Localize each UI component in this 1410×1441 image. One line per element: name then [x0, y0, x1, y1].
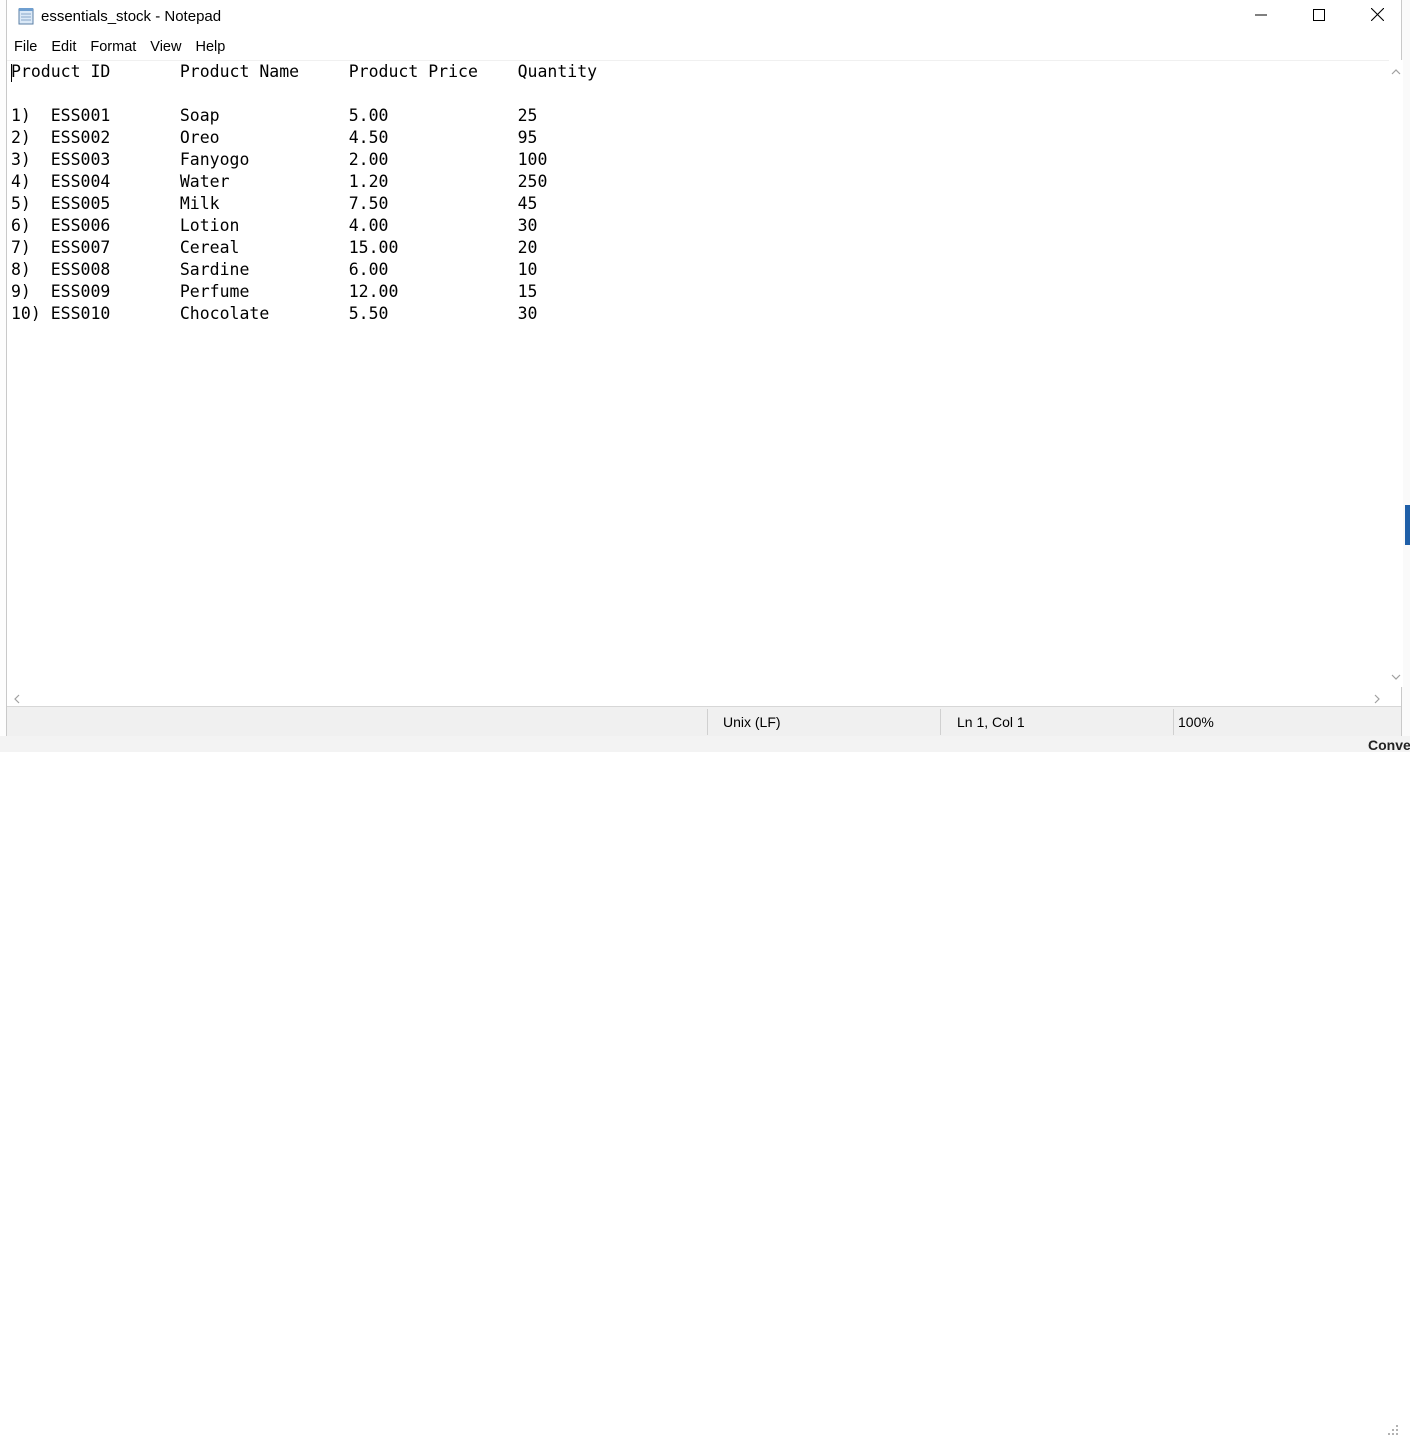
menu-format[interactable]: Format	[83, 35, 143, 59]
minimize-button[interactable]	[1232, 0, 1290, 33]
text-caret	[11, 64, 12, 82]
text-line: 6) ESS006 Lotion 4.00 30	[11, 216, 538, 235]
text-line: 10) ESS010 Chocolate 5.50 30	[11, 304, 538, 323]
menu-edit[interactable]: Edit	[44, 35, 83, 59]
title-bar[interactable]: essentials_stock - Notepad	[7, 0, 1401, 33]
menu-help[interactable]: Help	[188, 35, 232, 59]
editor-content: Product ID Product Name Product Price Qu…	[11, 61, 597, 325]
text-line: 9) ESS009 Perfume 12.00 15	[11, 282, 538, 301]
maximize-button[interactable]	[1290, 0, 1348, 33]
horizontal-scrollbar[interactable]	[7, 687, 1389, 705]
status-bar: Unix (LF) Ln 1, Col 1 100%	[7, 706, 1401, 1435]
status-cursor-position: Ln 1, Col 1	[957, 714, 1025, 730]
scroll-up-arrow-icon[interactable]	[1391, 64, 1401, 75]
text-line: 7) ESS007 Cereal 15.00 20	[11, 238, 538, 257]
notepad-icon	[18, 7, 34, 25]
status-line-ending: Unix (LF)	[723, 714, 781, 730]
background-window-bottom	[0, 736, 1410, 752]
close-icon	[1370, 7, 1384, 26]
notepad-window: essentials_stock - Notepad File Edit For…	[6, 0, 1403, 1435]
minimize-icon	[1255, 8, 1267, 26]
text-line: 5) ESS005 Milk 7.50 45	[11, 194, 538, 213]
text-line: 4) ESS004 Water 1.20 250	[11, 172, 548, 191]
window-title: essentials_stock - Notepad	[41, 8, 222, 25]
status-zoom: 100%	[1178, 714, 1214, 730]
vertical-scrollbar[interactable]	[1389, 60, 1403, 687]
text-line: 2) ESS002 Oreo 4.50 95	[11, 128, 538, 147]
status-separator	[707, 709, 708, 735]
scroll-down-arrow-icon[interactable]	[1391, 669, 1401, 680]
maximize-icon	[1313, 8, 1325, 26]
scroll-right-arrow-icon[interactable]	[1372, 691, 1382, 704]
scroll-left-arrow-icon[interactable]	[12, 691, 22, 704]
resize-grip-icon[interactable]	[1387, 1423, 1399, 1435]
background-accent-strip	[1405, 505, 1410, 545]
text-line	[11, 83, 597, 105]
text-line: 1) ESS001 Soap 5.00 25	[11, 106, 538, 125]
text-editor[interactable]: Product ID Product Name Product Price Qu…	[7, 60, 1389, 688]
status-separator	[1173, 709, 1174, 735]
menu-bar: File Edit Format View Help	[7, 35, 1401, 59]
text-line: 3) ESS003 Fanyogo 2.00 100	[11, 150, 548, 169]
background-window-right	[1402, 0, 1410, 752]
text-line: 8) ESS008 Sardine 6.00 10	[11, 260, 538, 279]
menu-file[interactable]: File	[7, 35, 44, 59]
menu-view[interactable]: View	[143, 35, 188, 59]
close-button[interactable]	[1348, 0, 1406, 33]
background-partial-text: Conve	[1368, 737, 1410, 753]
status-separator	[940, 709, 941, 735]
text-line: Product ID Product Name Product Price Qu…	[11, 62, 598, 81]
